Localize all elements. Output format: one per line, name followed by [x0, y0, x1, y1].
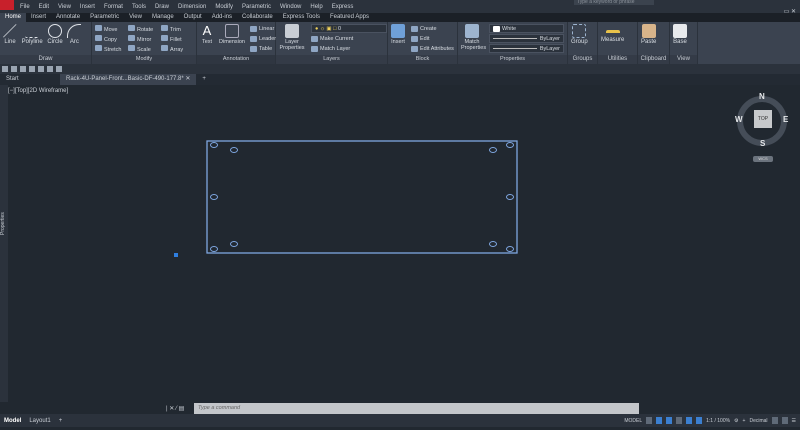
- polar-icon[interactable]: [676, 417, 683, 424]
- annotation-scale[interactable]: 1:1 / 100%: [706, 418, 730, 424]
- fullscreen-icon[interactable]: [781, 417, 788, 424]
- compass-south[interactable]: S: [760, 139, 765, 148]
- annotation-visibility-icon[interactable]: [696, 417, 703, 424]
- plus-icon[interactable]: +: [743, 418, 746, 424]
- units-dropdown[interactable]: Decimal: [749, 418, 767, 424]
- add-layout-button[interactable]: +: [55, 418, 67, 424]
- command-line-icons[interactable]: | ✕ ⁄ ▤: [166, 405, 194, 412]
- tab-layout1[interactable]: Layout1: [25, 418, 54, 424]
- mounting-hole[interactable]: [230, 241, 238, 247]
- mounting-hole[interactable]: [506, 142, 514, 148]
- status-bar: Model Layout1 + MODEL 1:1 / 100% ⚙ + Deci…: [0, 414, 800, 427]
- wcs-menu[interactable]: WCS: [753, 156, 773, 162]
- model-space-toggle[interactable]: MODEL: [624, 418, 642, 424]
- mounting-hole[interactable]: [506, 194, 514, 200]
- compass-west[interactable]: W: [735, 115, 743, 124]
- command-line: | ✕ ⁄ ▤ Type a command: [166, 403, 639, 414]
- mounting-hole[interactable]: [210, 142, 218, 148]
- mounting-hole[interactable]: [210, 194, 218, 200]
- osnap-icon[interactable]: [686, 417, 693, 424]
- grid-icon[interactable]: [646, 417, 653, 424]
- compass-north[interactable]: N: [759, 92, 765, 101]
- ortho-icon[interactable]: [666, 417, 673, 424]
- panel-outline[interactable]: [206, 140, 518, 254]
- snap-icon[interactable]: [656, 417, 663, 424]
- drawing-canvas[interactable]: [0, 0, 800, 430]
- command-input[interactable]: Type a command: [194, 403, 639, 414]
- mounting-hole[interactable]: [489, 147, 497, 153]
- mounting-hole[interactable]: [230, 147, 238, 153]
- viewcube-top-face[interactable]: TOP: [754, 110, 772, 128]
- tab-model[interactable]: Model: [0, 418, 25, 424]
- customize-menu-icon[interactable]: ☰: [792, 418, 796, 424]
- gear-icon[interactable]: ⚙: [734, 418, 738, 424]
- mounting-hole[interactable]: [210, 246, 218, 252]
- mounting-hole[interactable]: [506, 246, 514, 252]
- ucs-marker: [174, 253, 178, 257]
- compass-east[interactable]: E: [783, 115, 788, 124]
- isolate-icon[interactable]: [771, 417, 778, 424]
- mounting-hole[interactable]: [489, 241, 497, 247]
